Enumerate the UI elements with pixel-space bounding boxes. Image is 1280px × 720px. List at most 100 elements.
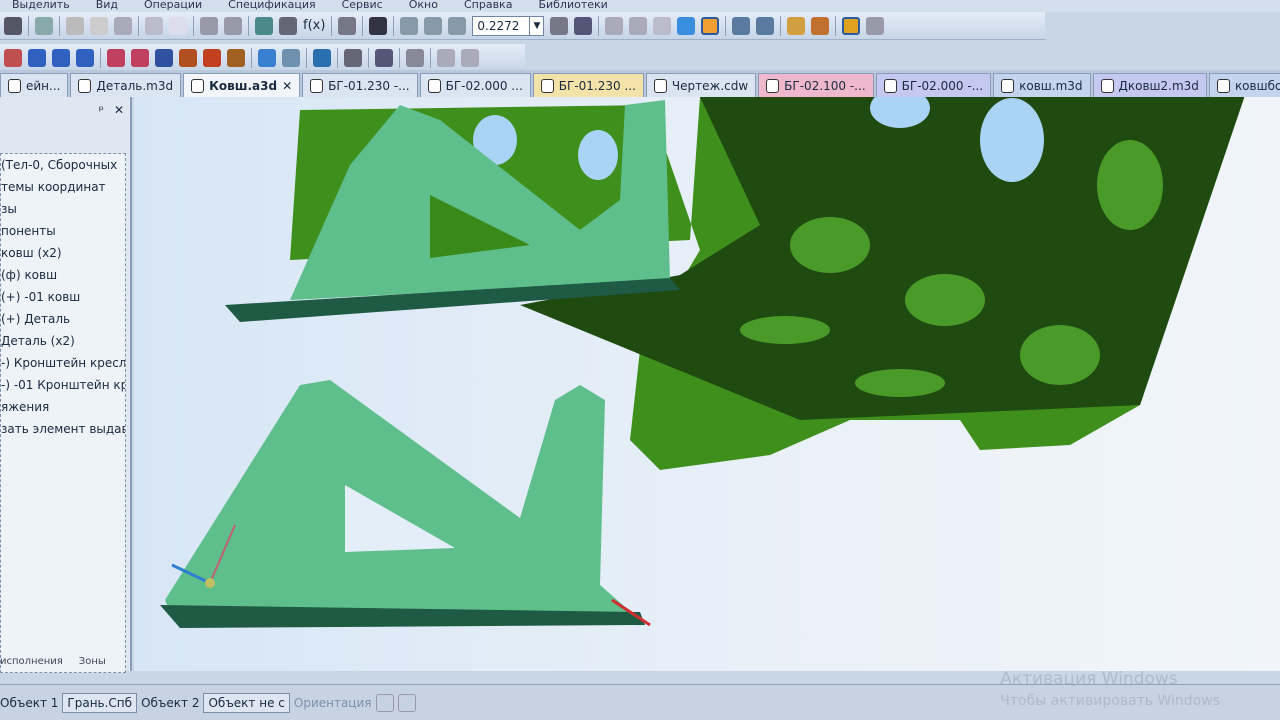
object2-field[interactable]: Объект не с	[203, 692, 290, 713]
tree-item[interactable]: зать элемент выдав	[1, 418, 125, 440]
chamfer-icon[interactable]	[155, 48, 173, 67]
orientation-button-1[interactable]	[375, 693, 394, 712]
shell-icon[interactable]	[203, 48, 221, 67]
slope-icon[interactable]	[227, 48, 245, 67]
rib-icon[interactable]	[179, 48, 197, 67]
tree-item[interactable]: поненты	[1, 220, 125, 242]
tab-document[interactable]: Ковш.a3d ✕	[183, 73, 301, 97]
tab-label: БГ-01.230 -...	[328, 78, 410, 93]
filter-icon[interactable]	[732, 16, 751, 35]
tree-item[interactable]: ковш (x2)	[1, 242, 125, 264]
cut-icon[interactable]	[66, 16, 84, 35]
extrude-icon[interactable]	[4, 48, 22, 67]
tab-document[interactable]: Чертеж.cdw	[645, 73, 757, 97]
save-icon[interactable]	[4, 16, 22, 35]
properties-icon[interactable]	[169, 16, 187, 35]
mates-icon[interactable]	[375, 48, 393, 67]
tree-item[interactable]: яжения	[1, 396, 125, 418]
select-filter-icon[interactable]	[756, 16, 775, 35]
help-icon[interactable]	[461, 48, 479, 67]
object2-label: Объект 2	[141, 695, 200, 710]
tab-document[interactable]: БГ-02.100 -...	[758, 73, 874, 97]
fx-button[interactable]: f(x)	[303, 18, 325, 33]
redo-icon[interactable]	[224, 16, 242, 35]
tab-document[interactable]: Деталь.m3d	[70, 73, 182, 97]
tab-document[interactable]: БГ-01.230 ...	[532, 73, 644, 97]
help-pointer-icon[interactable]	[369, 16, 388, 35]
rotate-icon[interactable]	[550, 16, 569, 35]
copy-icon[interactable]	[90, 16, 108, 35]
menu-window[interactable]: Окно	[409, 0, 438, 12]
tab-document[interactable]: ковш.m3d	[993, 73, 1091, 97]
menu-operations[interactable]: Операции	[144, 0, 202, 12]
tab-document[interactable]: БГ-01.230 -...	[302, 73, 418, 97]
tree-item[interactable]: -) Кронштейн кресл	[1, 352, 125, 374]
tree-item[interactable]: (+) Деталь	[1, 308, 125, 330]
tree-item[interactable]: темы координат	[1, 176, 125, 198]
loft-icon[interactable]	[76, 48, 94, 67]
fillet-icon[interactable]	[131, 48, 149, 67]
rotate-op-icon[interactable]	[28, 48, 46, 67]
menu-libraries[interactable]: Библиотеки	[538, 0, 607, 12]
transform-icon[interactable]	[406, 48, 424, 67]
parameters-icon[interactable]	[866, 16, 885, 35]
kinematic-icon[interactable]	[52, 48, 70, 67]
model-tree: (Тел-0, Сборочных темы координат зы поненты…	[0, 153, 126, 673]
checklist-icon[interactable]	[437, 48, 455, 67]
tab-document[interactable]: ковшбок - ...	[1208, 73, 1280, 97]
chevron-down-icon[interactable]: ▼	[529, 16, 543, 35]
tab-document[interactable]: БГ-02.000 -...	[875, 73, 992, 97]
object1-field[interactable]: Грань.Спб	[62, 692, 138, 713]
cut-extrude-icon[interactable]	[107, 48, 125, 67]
wireframe-icon[interactable]	[605, 16, 624, 35]
format-brush-icon[interactable]	[145, 16, 163, 35]
tree-item[interactable]: (+) -01 ковш	[1, 286, 125, 308]
document-icon	[8, 78, 21, 93]
section-icon[interactable]	[787, 16, 806, 35]
thin-lines-icon[interactable]	[653, 16, 672, 35]
tab-document[interactable]: БГ-02.000 ...	[419, 73, 531, 97]
sheet-icon[interactable]	[313, 48, 331, 67]
document-tabs: ейн... Деталь.m3d Ковш.a3d ✕ БГ-01.230 -... Б…	[0, 70, 1280, 97]
perspective-icon[interactable]	[811, 16, 830, 35]
menu-specification[interactable]: Спецификация	[228, 0, 315, 12]
menu-select[interactable]: Выделить	[12, 0, 70, 12]
orientation-icon[interactable]	[574, 16, 593, 35]
tab-document[interactable]: Дковш2.m3d	[1092, 73, 1207, 97]
shaded-icon[interactable]	[677, 16, 696, 35]
zoom-scale-select[interactable]: 0.2272 ▼	[472, 15, 545, 36]
measure-icon[interactable]	[338, 16, 357, 35]
3d-viewport[interactable]	[134, 97, 1280, 671]
undo-icon[interactable]	[200, 16, 218, 35]
zoom-dynamic-icon[interactable]	[424, 16, 443, 35]
menu-service[interactable]: Сервис	[342, 0, 383, 12]
hidden-lines-icon[interactable]	[629, 16, 648, 35]
tree-toggle-icon[interactable]	[842, 16, 861, 35]
document-icon	[1100, 78, 1114, 93]
zoom-window-icon[interactable]	[400, 16, 419, 35]
close-icon[interactable]: ✕	[114, 103, 124, 117]
plane-icon[interactable]	[258, 48, 276, 67]
sketch-icon[interactable]	[282, 48, 300, 67]
tree-item[interactable]: зы	[1, 198, 125, 220]
menu-help[interactable]: Справка	[464, 0, 512, 12]
tab-document[interactable]: ейн...	[0, 73, 69, 97]
orientation-button-2[interactable]	[397, 693, 416, 712]
close-tab-icon[interactable]: ✕	[282, 79, 292, 93]
tree-item[interactable]: Деталь (x2)	[1, 330, 125, 352]
tree-item[interactable]: -) -01 Кронштейн кр	[1, 374, 125, 396]
tab-label: БГ-02.100 -...	[784, 78, 866, 93]
shaded-edges-icon[interactable]	[701, 16, 720, 35]
tab-executions[interactable]: исполнения	[0, 656, 63, 667]
preview-icon[interactable]	[35, 16, 53, 35]
variables-icon[interactable]	[279, 16, 297, 35]
manager-icon[interactable]	[255, 16, 273, 35]
pin-icon[interactable]: ᵖ	[99, 103, 104, 117]
zoom-in-icon[interactable]	[448, 16, 467, 35]
tree-item[interactable]: (Тел-0, Сборочных	[1, 154, 125, 176]
tab-zones[interactable]: Зоны	[79, 656, 106, 667]
menu-view[interactable]: Вид	[96, 0, 118, 12]
paste-icon[interactable]	[114, 16, 132, 35]
tree-item[interactable]: (ф) ковш	[1, 264, 125, 286]
array-icon[interactable]	[344, 48, 362, 67]
